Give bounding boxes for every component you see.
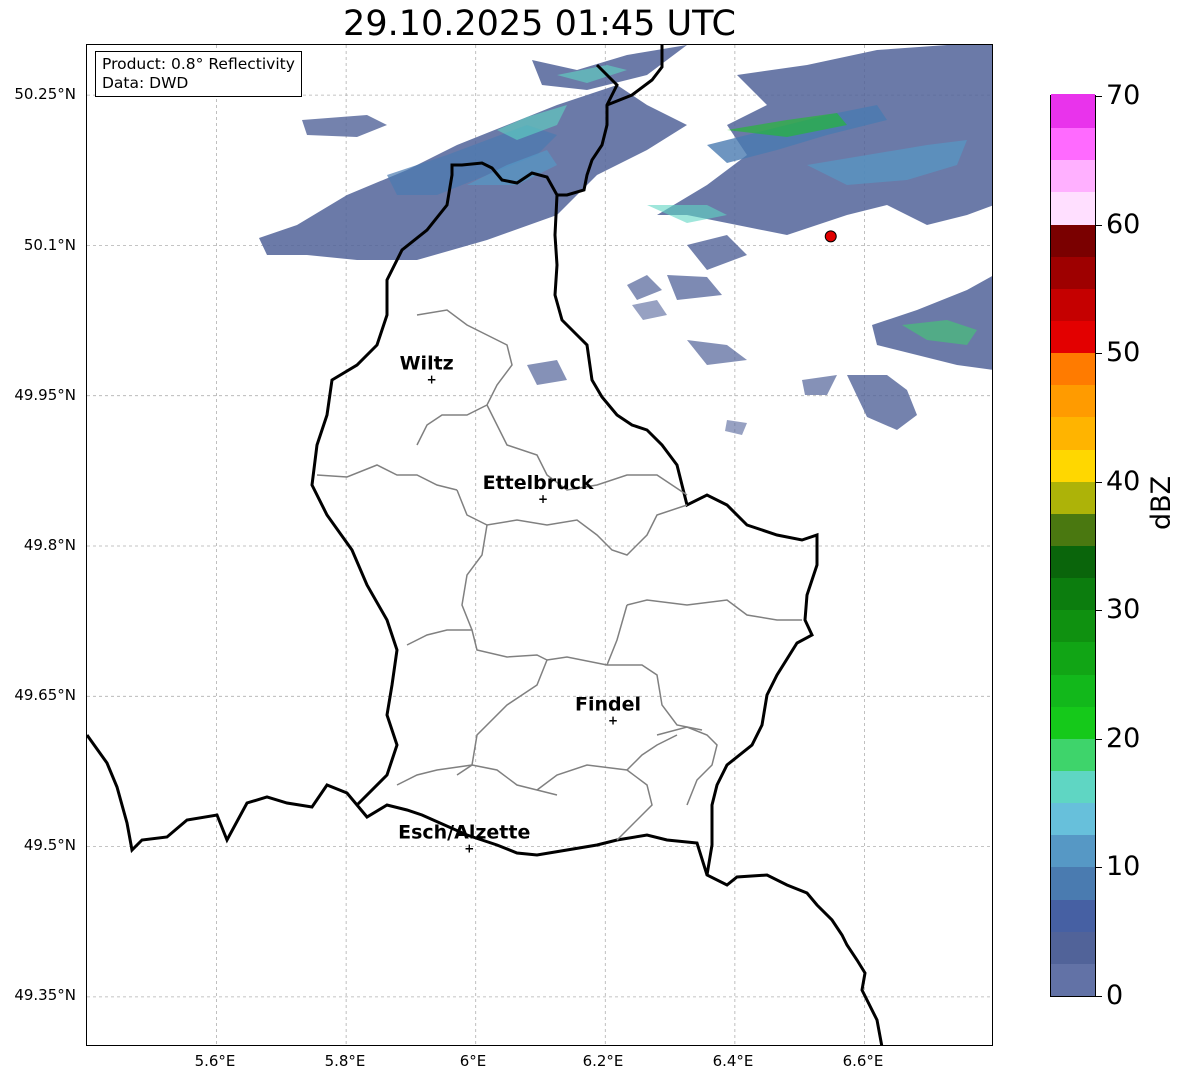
city-marker: + [427, 373, 437, 387]
city-label: Findel [575, 693, 641, 715]
x-tick-label: 6.6°E [842, 1052, 884, 1070]
colorbar-tick-label: 10 [1106, 851, 1141, 882]
city-label: Wiltz [400, 353, 454, 375]
colorbar-segment [1051, 222, 1095, 257]
colorbar-segment [1051, 833, 1095, 868]
colorbar-segment [1051, 190, 1095, 225]
colorbar-segment [1051, 351, 1095, 386]
y-tick-label: 49.5°N [23, 836, 76, 854]
map-title: 29.10.2025 01:45 UTC [343, 4, 736, 44]
product-info-box: Product: 0.8° Reflectivity Data: DWD [95, 51, 302, 97]
y-tick-label: 49.65°N [14, 686, 76, 704]
colorbar-segment [1051, 608, 1095, 643]
city-label: Ettelbruck [483, 472, 594, 494]
colorbar-segment [1051, 94, 1095, 129]
colorbar-segment [1051, 383, 1095, 418]
colorbar-segment [1051, 287, 1095, 321]
colorbar-segment [1051, 897, 1095, 932]
radar-map[interactable]: + Wiltz + Ettelbruck + Findel + Esch/Alzette Pr… [86, 44, 993, 1046]
colorbar-segment [1051, 254, 1095, 289]
colorbar-segment [1051, 962, 1095, 996]
colorbar-segment [1051, 479, 1095, 514]
reflectivity-echoes [259, 45, 992, 435]
city-marker: + [608, 713, 618, 727]
city-label: Esch/Alzette [398, 822, 530, 844]
x-tick-label: 6°E [459, 1052, 487, 1070]
colorbar-segment [1051, 158, 1095, 193]
colorbar-unit-label: dBZ [1146, 475, 1177, 530]
y-tick-label: 49.95°N [14, 386, 76, 404]
colorbar-segment [1051, 126, 1095, 161]
colorbar-segment [1051, 801, 1095, 836]
y-tick-label: 49.35°N [14, 986, 76, 1004]
colorbar-segment [1051, 737, 1095, 771]
x-tick-label: 6.2°E [582, 1052, 624, 1070]
colorbar-tick-label: 60 [1106, 209, 1141, 240]
colorbar-segment [1051, 769, 1095, 804]
colorbar-tick-label: 40 [1106, 466, 1141, 497]
product-label: Product: 0.8° Reflectivity [102, 55, 295, 73]
colorbar-segment [1051, 576, 1095, 611]
colorbar-segment [1051, 640, 1095, 675]
colorbar-segment [1051, 319, 1095, 354]
colorbar-tick-label: 0 [1106, 980, 1124, 1011]
x-tick-label: 6.4°E [712, 1052, 754, 1070]
colorbar-segment [1051, 415, 1095, 450]
colorbar-segment [1051, 544, 1095, 579]
city-markers: +Wiltz+Ettelbruck+Findel+Esch/Alzette [398, 353, 641, 856]
colorbar-tick-label: 70 [1106, 80, 1141, 111]
city-marker: + [538, 492, 548, 506]
colorbar-segment [1051, 704, 1095, 739]
colorbar-tick-label: 30 [1106, 594, 1141, 625]
x-tick-label: 5.6°E [194, 1052, 236, 1070]
colorbar-segment [1051, 929, 1095, 964]
colorbar-segment [1051, 672, 1095, 707]
colorbar-segment [1051, 865, 1095, 900]
data-source-label: Data: DWD [102, 74, 189, 92]
radar-site-marker [824, 230, 837, 243]
colorbar-segment [1051, 512, 1095, 546]
y-tick-label: 49.8°N [23, 536, 76, 554]
colorbar-segment [1051, 447, 1095, 482]
map-canvas: +Wiltz+Ettelbruck+Findel+Esch/Alzette [87, 45, 992, 1045]
radar-site-dot [824, 230, 837, 243]
canton-boundaries [316, 309, 802, 841]
x-tick-label: 5.8°E [324, 1052, 366, 1070]
reflectivity-colorbar [1050, 94, 1096, 997]
city-marker: + [464, 842, 474, 856]
y-tick-label: 50.25°N [14, 85, 76, 103]
y-tick-label: 50.1°N [23, 236, 76, 254]
colorbar-tick-label: 20 [1106, 723, 1141, 754]
colorbar-tick-label: 50 [1106, 337, 1141, 368]
